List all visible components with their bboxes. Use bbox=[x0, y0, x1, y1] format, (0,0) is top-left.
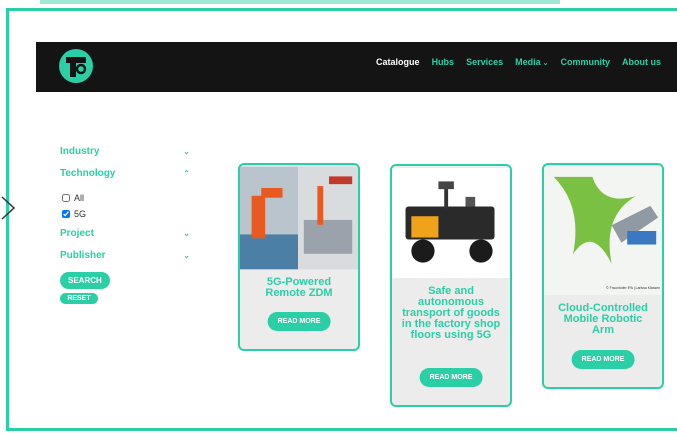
option-all-label: All bbox=[74, 193, 85, 203]
read-more-button[interactable]: READ MORE bbox=[419, 368, 483, 387]
card-image-industrial-robot bbox=[240, 166, 358, 270]
nav-services[interactable]: Services bbox=[466, 57, 503, 67]
read-more-button[interactable]: READ MORE bbox=[267, 312, 331, 331]
chevron-down-icon: ⌄ bbox=[183, 146, 190, 156]
chevron-down-icon: ⌄ bbox=[183, 250, 190, 260]
chevron-down-icon: ⌄ bbox=[542, 60, 549, 67]
nav-media[interactable]: Media ⌄ bbox=[515, 57, 548, 67]
card-title[interactable]: 5G-Powered Remote ZDM bbox=[240, 271, 358, 299]
chevron-left-icon[interactable] bbox=[0, 195, 24, 221]
nav-media-label: Media bbox=[515, 57, 541, 67]
option-5g[interactable]: 5G bbox=[62, 206, 190, 222]
filter-industry-label: Industry bbox=[60, 145, 100, 157]
main-nav: Catalogue Hubs Services Media ⌄ Community… bbox=[376, 42, 661, 82]
reset-button[interactable]: RESET bbox=[60, 293, 98, 304]
nav-about[interactable]: About us bbox=[622, 57, 661, 67]
read-more-button[interactable]: READ MORE bbox=[571, 350, 635, 369]
chevron-up-icon: ⌃ bbox=[183, 168, 190, 178]
card-image-robotic-arm-plant: © Fraunhofer IPA | Larissa Klassen bbox=[544, 167, 662, 295]
search-button[interactable]: SEARCH bbox=[60, 272, 110, 289]
nav-hubs[interactable]: Hubs bbox=[432, 57, 455, 67]
filter-technology[interactable]: Technology ⌃ bbox=[60, 162, 190, 184]
filter-publisher[interactable]: Publisher ⌄ bbox=[60, 244, 190, 266]
option-5g-checkbox[interactable] bbox=[62, 210, 70, 218]
option-all-checkbox[interactable] bbox=[62, 194, 70, 202]
card-5g-remote-zdm[interactable]: 5G-Powered Remote ZDM READ MORE bbox=[238, 163, 360, 351]
filter-project-label: Project bbox=[60, 227, 94, 239]
filter-project[interactable]: Project ⌄ bbox=[60, 222, 190, 244]
card-image-mobile-robot bbox=[392, 167, 510, 279]
chevron-down-icon: ⌄ bbox=[183, 228, 190, 238]
card-title[interactable]: Safe and autonomous transport of goods i… bbox=[392, 280, 510, 341]
top-accent-strip bbox=[40, 0, 560, 4]
option-all[interactable]: All bbox=[62, 190, 190, 206]
option-5g-label: 5G bbox=[74, 209, 87, 219]
card-autonomous-transport[interactable]: Safe and autonomous transport of goods i… bbox=[390, 164, 512, 407]
card-title[interactable]: Cloud-Controlled Mobile Robotic Arm bbox=[544, 297, 662, 336]
filter-technology-label: Technology bbox=[60, 167, 116, 179]
image-caption: © Fraunhofer IPA | Larissa Klassen bbox=[606, 286, 660, 290]
card-cloud-robotic-arm[interactable]: © Fraunhofer IPA | Larissa Klassen Cloud… bbox=[542, 163, 664, 389]
nav-community[interactable]: Community bbox=[561, 57, 611, 67]
filter-sidebar: Industry ⌄ Technology ⌃ All 5G Project ⌄… bbox=[60, 140, 190, 304]
nav-catalogue[interactable]: Catalogue bbox=[376, 57, 420, 67]
logo-icon[interactable] bbox=[58, 48, 94, 84]
filter-industry[interactable]: Industry ⌄ bbox=[60, 140, 190, 162]
filter-publisher-label: Publisher bbox=[60, 249, 106, 261]
